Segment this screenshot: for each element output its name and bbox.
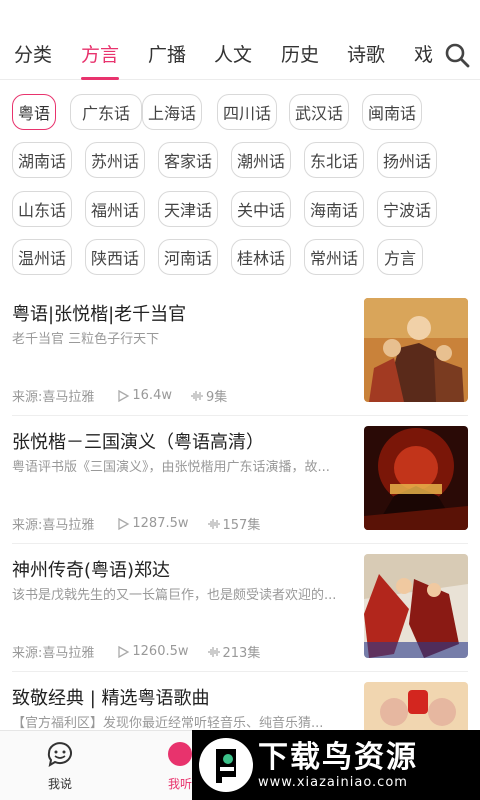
watermark-banner: 下载鸟资源 www.xiazainiao.com xyxy=(192,730,480,800)
audio-wave-icon xyxy=(207,646,220,657)
tab-opera[interactable]: 戏 xyxy=(414,40,433,67)
program-item[interactable]: 神州传奇(粤语)郑达 该书是戊戟先生的又一长篇巨作，也是颇受读者欢迎的... 来… xyxy=(0,544,480,672)
tab-category[interactable]: 分类 xyxy=(14,40,52,67)
program-title: 致敬经典 | 精选粤语歌曲 xyxy=(12,688,210,709)
play-icon xyxy=(118,389,130,402)
tab-dialect[interactable]: 方言 xyxy=(81,40,119,67)
episode-count: 213集 xyxy=(222,646,261,661)
program-source: 来源:喜马拉雅 xyxy=(12,390,95,405)
episode-count: 157集 xyxy=(222,518,261,533)
dialect-chip[interactable]: 天津话 xyxy=(158,191,218,227)
category-tab-bar: 分类 方言 广播 人文 历史 诗歌 戏 xyxy=(0,0,480,80)
program-title: 张悦楷－三国演义（粤语高清） xyxy=(12,432,264,453)
dialect-chip[interactable]: 上海话 xyxy=(142,94,202,130)
dialect-chip[interactable]: 苏州话 xyxy=(85,142,145,178)
program-cover-image[interactable] xyxy=(364,298,468,402)
play-count: 16.4w xyxy=(132,388,172,403)
dialect-chip[interactable]: 广东话 xyxy=(70,94,142,130)
program-source: 来源:喜马拉雅 xyxy=(12,518,95,533)
dialect-chip[interactable]: 温州话 xyxy=(12,239,72,275)
program-description: 【官方福利区】发现你最近经常听轻音乐、纯音乐猜... xyxy=(12,716,324,731)
program-item[interactable]: 粤语|张悦楷|老千当官 老千当官 三粒色子行天下 来源:喜马拉雅 16.4w 9… xyxy=(0,288,480,416)
chat-face-icon xyxy=(47,742,72,768)
dialect-chip[interactable]: 常州话 xyxy=(304,239,364,275)
bird-logo-icon xyxy=(199,738,253,792)
tab-broadcast[interactable]: 广播 xyxy=(148,40,186,67)
dialect-chip[interactable]: 四川话 xyxy=(217,94,277,130)
program-source: 来源:喜马拉雅 xyxy=(12,646,95,661)
dialect-chip[interactable]: 东北话 xyxy=(304,142,364,178)
program-description: 该书是戊戟先生的又一长篇巨作，也是颇受读者欢迎的... xyxy=(12,588,337,603)
dialect-chip[interactable]: 福州话 xyxy=(85,191,145,227)
program-item[interactable]: 张悦楷－三国演义（粤语高清） 粤语评书版《三国演义》，由张悦楷用广东话演播，故.… xyxy=(0,416,480,544)
program-title: 神州传奇(粤语)郑达 xyxy=(12,560,171,581)
dialect-chip[interactable]: 关中话 xyxy=(231,191,291,227)
dialect-chip[interactable]: 河南话 xyxy=(158,239,218,275)
dialect-chip[interactable]: 方言 xyxy=(377,239,423,275)
program-plays: 1287.5w xyxy=(116,516,189,531)
dialect-chip[interactable]: 潮州话 xyxy=(231,142,291,178)
program-meta: 来源:喜马拉雅 16.4w 9集 xyxy=(12,386,227,405)
program-episodes: 213集 xyxy=(207,642,261,661)
program-cover-image[interactable] xyxy=(364,554,468,658)
dialect-chip[interactable]: 扬州话 xyxy=(377,142,437,178)
episode-count: 9集 xyxy=(205,390,228,405)
tab-culture[interactable]: 人文 xyxy=(214,40,252,67)
dialect-chip[interactable]: 山东话 xyxy=(12,191,72,227)
search-icon[interactable] xyxy=(444,42,470,68)
dialect-chip[interactable]: 海南话 xyxy=(304,191,364,227)
dialect-chip[interactable]: 宁波话 xyxy=(377,191,437,227)
program-cover-image[interactable] xyxy=(364,426,468,530)
listen-icon xyxy=(168,742,192,766)
tab-history[interactable]: 历史 xyxy=(281,40,319,67)
watermark-title: 下载鸟资源 xyxy=(258,739,418,775)
play-count: 1287.5w xyxy=(132,516,189,531)
audio-wave-icon xyxy=(207,518,220,529)
dialect-chip[interactable]: 桂林话 xyxy=(231,239,291,275)
play-icon xyxy=(118,645,130,658)
program-description: 老千当官 三粒色子行天下 xyxy=(12,332,160,347)
dialect-chip[interactable]: 武汉话 xyxy=(289,94,349,130)
active-tab-indicator xyxy=(81,77,119,80)
nav-label: 我说 xyxy=(47,777,72,791)
program-meta: 来源:喜马拉雅 1287.5w 157集 xyxy=(12,514,260,533)
dialect-chip[interactable]: 粤语 xyxy=(12,94,56,130)
program-plays: 1260.5w xyxy=(116,644,189,659)
watermark-url: www.xiazainiao.com xyxy=(258,774,408,790)
play-count: 1260.5w xyxy=(132,644,189,659)
play-icon xyxy=(118,517,130,530)
program-episodes: 157集 xyxy=(207,514,261,533)
program-plays: 16.4w xyxy=(116,388,172,403)
program-episodes: 9集 xyxy=(190,386,227,405)
dialect-chip[interactable]: 闽南话 xyxy=(362,94,422,130)
program-description: 粤语评书版《三国演义》，由张悦楷用广东话演播，故... xyxy=(12,460,330,475)
audio-wave-icon xyxy=(190,390,203,401)
nav-item-speak[interactable]: 我说 xyxy=(30,739,90,792)
program-meta: 来源:喜马拉雅 1260.5w 213集 xyxy=(12,642,260,661)
tab-poetry[interactable]: 诗歌 xyxy=(347,40,385,67)
program-title: 粤语|张悦楷|老千当官 xyxy=(12,304,187,325)
dialect-chip[interactable]: 客家话 xyxy=(158,142,218,178)
dialect-chip[interactable]: 陕西话 xyxy=(85,239,145,275)
dialect-chip[interactable]: 湖南话 xyxy=(12,142,72,178)
